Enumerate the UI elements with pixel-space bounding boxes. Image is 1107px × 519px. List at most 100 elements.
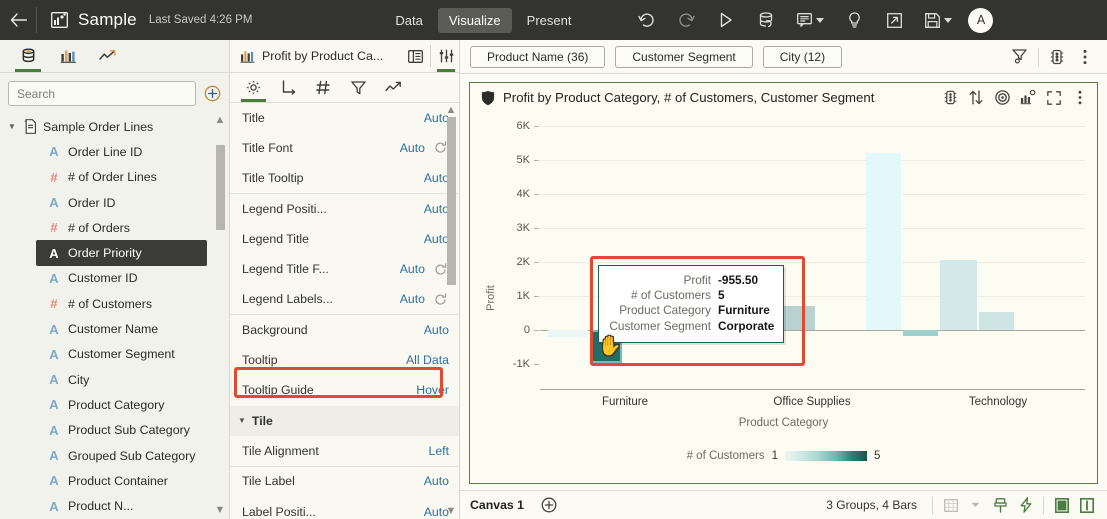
property-label-position[interactable]: Label Positi... Auto — [230, 497, 459, 519]
filter-off-icon[interactable] — [1006, 43, 1034, 71]
scrollbar-thumb[interactable] — [216, 145, 225, 230]
property-value[interactable]: Auto — [424, 171, 449, 185]
run-icon[interactable] — [706, 0, 746, 40]
scroll-down-icon[interactable]: ▼ — [445, 505, 457, 517]
property-title-font[interactable]: Title Font Auto — [230, 133, 459, 163]
properties-scrollbar[interactable] — [447, 117, 456, 503]
panel-split-icon[interactable] — [1074, 493, 1099, 518]
tab-trend[interactable] — [376, 73, 411, 102]
property-legend-labels[interactable]: Legend Labels... Auto — [230, 285, 459, 315]
property-value[interactable]: Auto — [424, 323, 449, 337]
field-customer-segment[interactable]: A Customer Segment — [0, 342, 229, 367]
field-customer-id[interactable]: A Customer ID — [0, 266, 229, 291]
bar[interactable] — [866, 153, 901, 330]
bar[interactable] — [979, 312, 1014, 330]
more-vertical-icon[interactable] — [1067, 85, 1093, 111]
more-vertical-icon[interactable] — [1071, 43, 1099, 71]
property-tooltip[interactable]: Tooltip All Data — [230, 345, 459, 375]
plus-circle-icon[interactable] — [536, 492, 562, 518]
field-num-customers[interactable]: # # of Customers — [0, 291, 229, 316]
collapse-triangle-icon[interactable]: ▼ — [238, 416, 246, 425]
tab-filter[interactable] — [341, 73, 376, 102]
field-grouped-sub-category[interactable]: A Grouped Sub Category — [0, 443, 229, 468]
property-value[interactable]: Auto — [400, 262, 425, 276]
insight-icon[interactable] — [834, 0, 874, 40]
sliders-icon[interactable] — [433, 40, 459, 72]
save-icon[interactable] — [914, 0, 962, 40]
tab-present[interactable]: Present — [516, 8, 583, 33]
field-product-category[interactable]: A Product Category — [0, 392, 229, 417]
layout-icon[interactable] — [402, 40, 428, 72]
property-legend-position[interactable]: Legend Positi... Auto — [230, 194, 459, 224]
chevron-down-icon[interactable] — [963, 493, 988, 518]
bar[interactable] — [548, 330, 588, 337]
back-button[interactable] — [0, 0, 36, 40]
tab-data[interactable]: Data — [384, 8, 433, 33]
avatar[interactable]: A — [968, 8, 993, 33]
property-title-tooltip[interactable]: Title Tooltip Auto — [230, 164, 459, 194]
add-field-icon[interactable] — [203, 85, 221, 103]
paint-icon[interactable] — [988, 493, 1013, 518]
field-city[interactable]: A City — [0, 367, 229, 392]
sidebar-scrollbar[interactable] — [216, 130, 225, 497]
bar[interactable] — [903, 330, 938, 336]
property-value[interactable]: Auto — [424, 232, 449, 246]
field-order-line-id[interactable]: A Order Line ID — [0, 139, 229, 164]
bar[interactable] — [940, 260, 977, 330]
property-value[interactable]: Auto — [424, 202, 449, 216]
field-num-orders[interactable]: # # of Orders — [0, 215, 229, 240]
tab-general[interactable] — [236, 73, 271, 102]
tree-collapse-icon[interactable]: ▼ — [8, 122, 21, 131]
search-input[interactable] — [8, 81, 196, 106]
tab-number-format[interactable] — [306, 73, 341, 102]
sidebar-tab-charts[interactable] — [48, 40, 88, 72]
property-background[interactable]: Background Auto — [230, 315, 459, 345]
comment-icon[interactable] — [786, 0, 834, 40]
property-legend-title-font[interactable]: Legend Title F... Auto — [230, 254, 459, 284]
target-icon[interactable] — [989, 85, 1015, 111]
property-title[interactable]: Title Auto — [230, 103, 459, 133]
sidebar-tab-data[interactable] — [8, 40, 48, 72]
scroll-up-icon[interactable]: ▲ — [214, 114, 226, 126]
traffic-light-icon[interactable] — [1043, 43, 1071, 71]
sidebar-tab-trends[interactable] — [88, 40, 128, 72]
section-tile[interactable]: ▼ Tile — [230, 406, 459, 436]
database-refresh-icon[interactable] — [746, 0, 786, 40]
property-tile-alignment[interactable]: Tile Alignment Left — [230, 436, 459, 466]
sort-icon[interactable] — [963, 85, 989, 111]
canvas-label[interactable]: Canvas 1 — [470, 498, 524, 512]
property-value[interactable]: Hover — [416, 383, 449, 397]
field-product-container[interactable]: A Product Container — [0, 468, 229, 493]
property-value[interactable]: Left — [428, 444, 449, 458]
scroll-up-icon[interactable]: ▲ — [445, 104, 457, 116]
chip-product-name[interactable]: Product Name (36) — [470, 46, 605, 68]
property-tooltip-guide[interactable]: Tooltip Guide Hover — [230, 376, 459, 406]
undo-icon[interactable] — [626, 0, 666, 40]
field-num-order-lines[interactable]: # # of Order Lines — [0, 165, 229, 190]
lightning-icon[interactable] — [1013, 493, 1038, 518]
panel-right-icon[interactable] — [1049, 493, 1074, 518]
fullscreen-icon[interactable] — [1041, 85, 1067, 111]
redo-icon[interactable] — [666, 0, 706, 40]
property-value[interactable]: Auto — [424, 474, 449, 488]
property-legend-title[interactable]: Legend Title Auto — [230, 224, 459, 254]
field-order-id[interactable]: A Order ID — [0, 190, 229, 215]
tree-root-sample-order-lines[interactable]: ▼ Sample Order Lines — [0, 114, 229, 139]
property-value[interactable]: All Data — [406, 353, 449, 367]
chip-customer-segment[interactable]: Customer Segment — [615, 46, 752, 68]
property-tile-label[interactable]: Tile Label Auto — [230, 467, 459, 497]
field-customer-name[interactable]: A Customer Name — [0, 316, 229, 341]
property-value[interactable]: Auto — [400, 141, 425, 155]
export-icon[interactable] — [874, 0, 914, 40]
traffic-light-icon[interactable] — [937, 85, 963, 111]
scrollbar-thumb[interactable] — [447, 117, 456, 285]
field-product-sub-category[interactable]: A Product Sub Category — [0, 418, 229, 443]
field-product-name[interactable]: A Product N... — [0, 493, 229, 518]
property-value[interactable]: Auto — [400, 292, 425, 306]
plot-area[interactable]: Profit 6K 5K 4K 3K 2K 1K 0 -1K — [470, 112, 1097, 483]
tab-axes[interactable] — [271, 73, 306, 102]
grid-icon[interactable] — [938, 493, 963, 518]
chart-settings-icon[interactable] — [1015, 85, 1041, 111]
scroll-down-icon[interactable]: ▼ — [214, 504, 226, 516]
chip-city[interactable]: City (12) — [763, 46, 842, 68]
